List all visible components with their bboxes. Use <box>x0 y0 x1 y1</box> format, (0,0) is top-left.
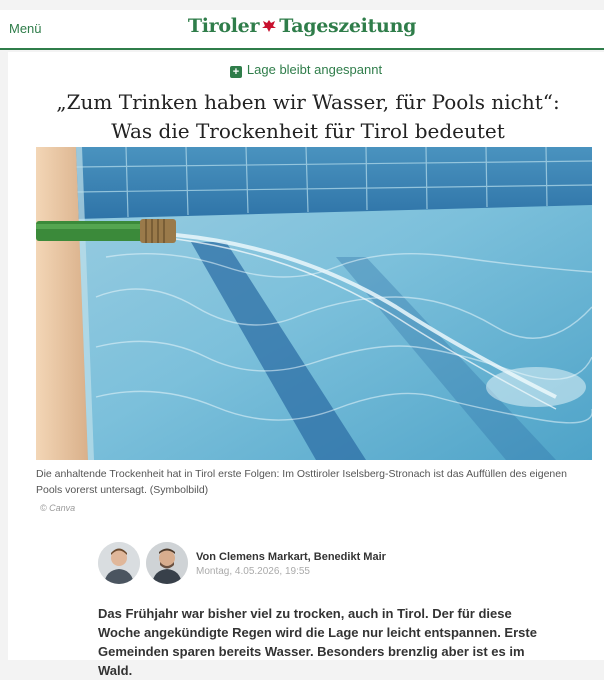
article-headline: „Zum Trinken haben wir Wasser, für Pools… <box>56 90 560 143</box>
publish-date: Montag, 4.05.2026, 19:55 <box>196 566 310 577</box>
article-lead: Das Frühjahr war bisher viel zu trocken,… <box>98 606 537 678</box>
page: Menü Tiroler Tageszeitung + Lage bleibt an… <box>0 0 604 678</box>
image-credit: © Canva <box>40 503 76 513</box>
avatar[interactable] <box>98 542 140 584</box>
site-logo[interactable]: Tiroler Tageszeitung <box>0 15 604 37</box>
author-byline[interactable]: Von Clemens Markart, Benedikt Mair <box>196 551 386 563</box>
avatar[interactable] <box>146 542 188 584</box>
site-header: Menü Tiroler Tageszeitung <box>0 10 604 50</box>
plus-icon: + <box>229 66 242 78</box>
author-box: Von Clemens Markart, Benedikt Mair Monta… <box>98 542 518 586</box>
kicker-text: Lage bleibt angespannt <box>246 62 383 77</box>
article-kicker[interactable]: + Lage bleibt angespannt <box>8 62 604 78</box>
logo-text-right: Tageszeitung <box>279 15 417 37</box>
image-caption: Die anhaltende Trockenheit hat in Tirol … <box>36 468 567 496</box>
logo-text-left: Tiroler <box>187 15 260 37</box>
hero-image[interactable] <box>36 147 592 460</box>
eagle-icon <box>261 17 277 33</box>
article: + Lage bleibt angespannt „Zum Trinken hab… <box>8 52 604 678</box>
